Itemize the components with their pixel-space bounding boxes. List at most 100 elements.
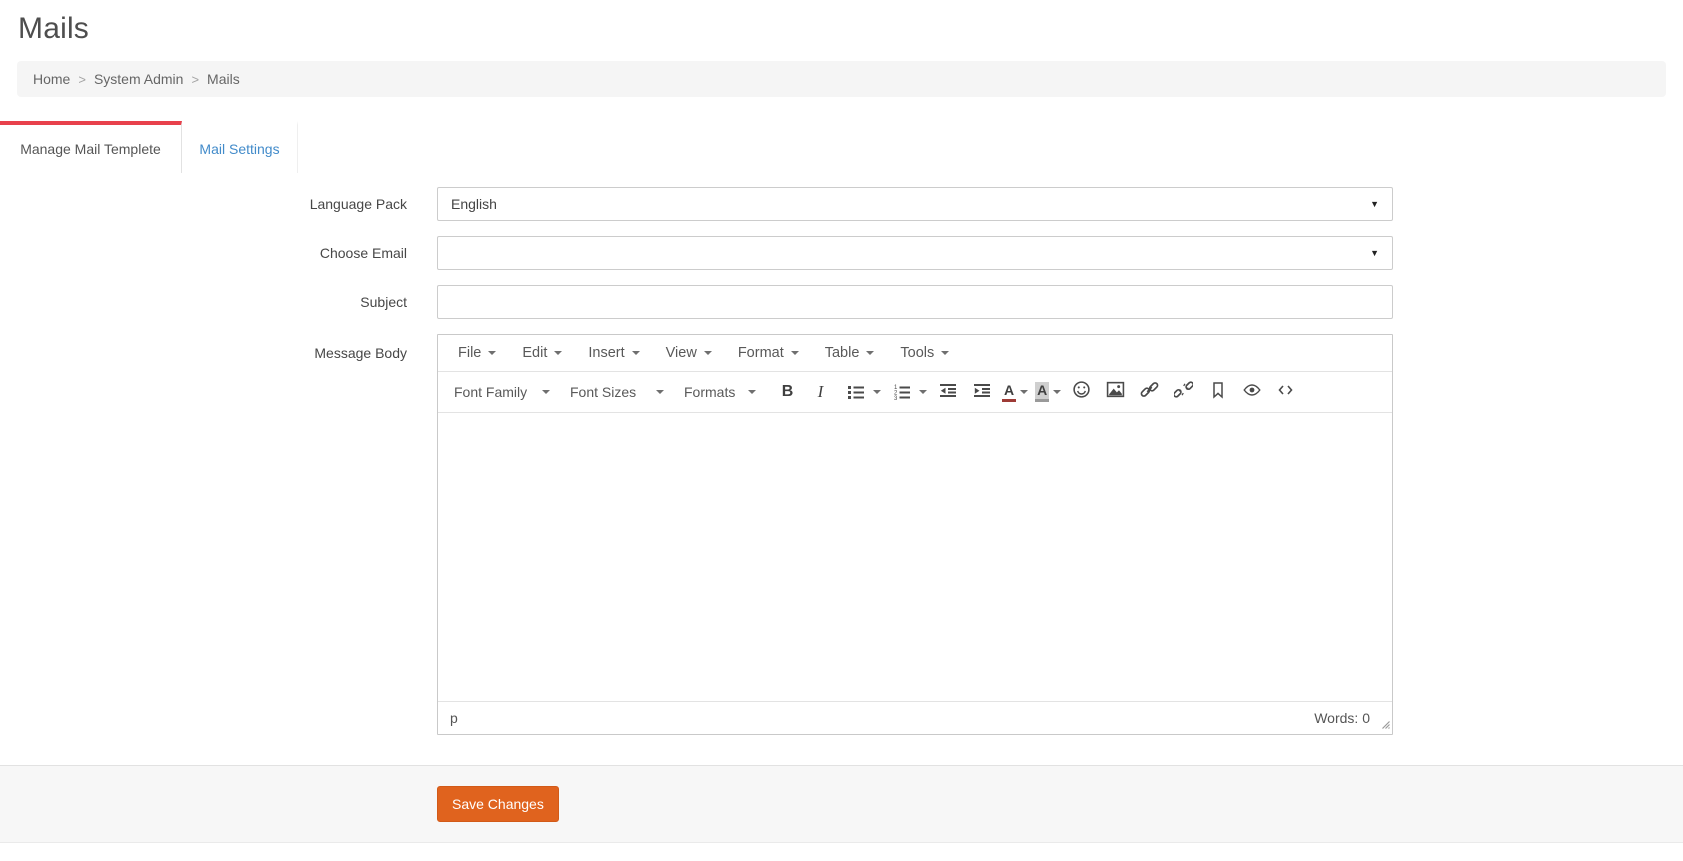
indent-button[interactable] [968,378,995,407]
chevron-down-icon [1020,390,1029,394]
emoticons-button[interactable] [1068,378,1095,407]
emoticons-icon [1072,380,1091,404]
breadcrumb: Home > System Admin > Mails [17,61,1666,97]
resize-grip-icon[interactable] [1379,716,1390,732]
chevron-down-icon [919,390,927,394]
menu-edit[interactable]: Edit [509,335,575,371]
link-icon [1140,380,1159,404]
menu-view-label: View [665,345,697,361]
subject-label: Subject [360,294,407,310]
menu-format-label: Format [737,345,784,361]
tab-manage-mail-template[interactable]: Manage Mail Templete [0,121,182,173]
menu-tools-label: Tools [900,345,935,361]
choose-email-select[interactable]: ▼ [437,236,1393,270]
chevron-down-icon [748,390,756,394]
page-title: Mails [18,12,90,45]
formats-select[interactable]: Formats [680,379,764,405]
chevron-down-icon [703,351,712,355]
font-sizes-select[interactable]: Font Sizes [566,379,672,405]
editor-content-area[interactable] [438,413,1392,701]
language-pack-selected-value: English [451,196,497,212]
image-icon [1106,380,1125,404]
editor-toolbar: Font Family Font Sizes Formats B I 1 2 3… [438,372,1392,413]
language-pack-label: Language Pack [309,196,407,212]
numbered-list-icon: 123 [888,378,915,407]
breadcrumb-current: Mails [207,71,240,87]
insert-image-button[interactable] [1102,378,1129,407]
source-code-button[interactable] [1272,378,1299,407]
menu-tools[interactable]: Tools [887,335,962,371]
remove-link-button[interactable] [1170,378,1197,407]
italic-button[interactable]: I [807,378,834,407]
chevron-down-icon [656,390,664,394]
text-color-icon: A [1002,382,1017,403]
word-count-value: 0 [1362,710,1370,726]
form-actions-bar: Save Changes [0,765,1683,843]
chevron-down-icon: ▼ [1370,247,1379,258]
element-path[interactable]: p [450,710,458,726]
formats-label: Formats [684,384,736,400]
editor-menubar: File Edit Insert View Format Table Tools [438,335,1392,372]
chevron-down-icon [873,390,881,394]
chevron-down-icon [542,390,550,394]
background-color-icon: A [1035,381,1050,403]
numbered-list-button[interactable]: 123 [888,378,927,407]
chevron-down-icon [941,351,950,355]
mails-page: Mails Home > System Admin > Mails Manage Mai… [0,12,1683,843]
font-sizes-label: Font Sizes [570,384,637,400]
chevron-down-icon [866,351,875,355]
breadcrumb-system-admin[interactable]: System Admin [94,71,183,87]
anchor-button[interactable] [1204,378,1231,407]
insert-link-button[interactable] [1136,378,1163,407]
breadcrumb-separator: > [191,72,200,87]
rich-text-editor: File Edit Insert View Format Table Tools… [437,334,1393,735]
message-body-label: Message Body [314,345,407,361]
font-family-label: Font Family [454,384,528,400]
word-count: Words: 0 [1314,710,1370,726]
breadcrumb-home[interactable]: Home [33,71,70,87]
preview-button[interactable] [1238,378,1265,407]
menu-view[interactable]: View [653,335,725,371]
menu-insert[interactable]: Insert [575,335,652,371]
menu-file-label: File [458,345,482,361]
svg-text:3: 3 [894,396,898,401]
breadcrumb-separator: > [78,72,86,87]
text-color-button[interactable]: A [1002,382,1029,403]
chevron-down-icon [631,351,640,355]
indent-icon [973,381,991,404]
anchor-icon [1209,381,1227,404]
code-icon [1276,381,1295,404]
chevron-down-icon [790,351,799,355]
bullet-list-icon [842,378,869,407]
chevron-down-icon [488,351,497,355]
unlink-icon [1173,380,1195,404]
language-pack-select[interactable]: English ▼ [437,187,1393,221]
menu-table-label: Table [824,345,860,361]
outdent-icon [939,381,957,404]
bold-button[interactable]: B [774,378,801,407]
tab-mail-settings-label: Mail Settings [199,141,280,157]
outdent-button[interactable] [934,378,961,407]
menu-table[interactable]: Table [812,335,888,371]
choose-email-label: Choose Email [319,245,407,261]
mail-template-form: Language Pack English ▼ Choose Email ▼ S… [0,187,1683,735]
chevron-down-icon: ▼ [1370,198,1379,209]
preview-eye-icon [1242,381,1262,404]
editor-statusbar: p Words: 0 [438,701,1392,734]
chevron-down-icon [554,351,563,355]
bullet-list-button[interactable] [842,378,881,407]
form-row-choose-email: Choose Email ▼ [0,236,1683,270]
subject-input[interactable] [437,285,1393,319]
menu-file[interactable]: File [445,335,509,371]
tab-mail-settings[interactable]: Mail Settings [182,121,298,173]
form-row-message-body: Message Body File Edit Insert View Forma… [0,334,1683,735]
font-family-select[interactable]: Font Family [450,379,558,405]
word-count-label: Words: [1314,710,1359,726]
menu-insert-label: Insert [588,345,625,361]
menu-format[interactable]: Format [725,335,812,371]
chevron-down-icon [1053,390,1062,394]
italic-icon: I [817,382,824,401]
form-row-subject: Subject [0,285,1683,319]
save-changes-button[interactable]: Save Changes [437,786,559,822]
background-color-button[interactable]: A [1035,381,1062,403]
